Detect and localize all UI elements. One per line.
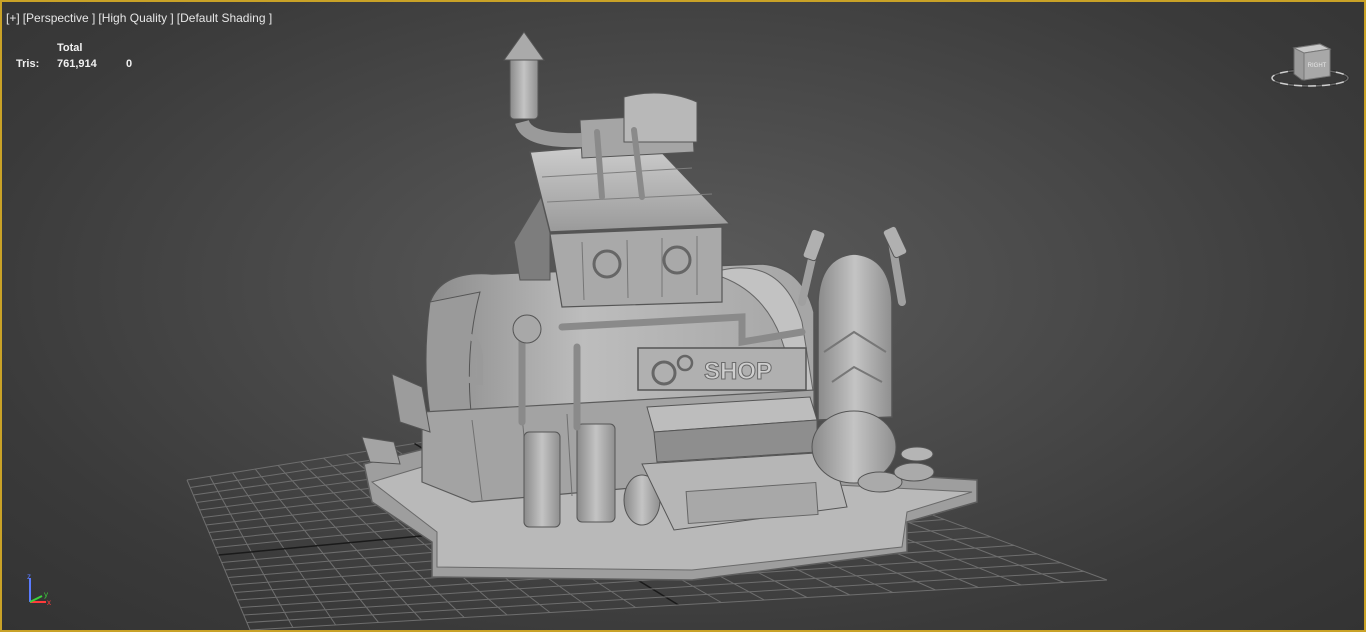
axis-z-label: z bbox=[27, 572, 31, 581]
viewcube-face-label: RIGHT bbox=[1308, 63, 1327, 69]
axis-tripod-icon: z x y bbox=[27, 572, 51, 607]
axis-x-label: x bbox=[47, 598, 51, 607]
debris-plank bbox=[391, 373, 431, 433]
viewport-view-menu[interactable]: [Perspective ] bbox=[23, 11, 96, 25]
chimney bbox=[509, 56, 539, 120]
shop-model[interactable]: SHOP bbox=[361, 31, 978, 581]
viewcube-icon[interactable]: RIGHT bbox=[1268, 40, 1352, 90]
base-gear-3-icon bbox=[900, 446, 934, 462]
stats-total-header: Total bbox=[57, 42, 83, 54]
perspective-viewport[interactable]: SHOP [+] [Perspective] [High Quality] … bbox=[0, 0, 1366, 632]
shop-sign-text: SHOP bbox=[704, 358, 772, 385]
right-tank bbox=[817, 253, 893, 421]
scene-canvas[interactable]: SHOP bbox=[2, 2, 1364, 630]
viewport-labels: [+] [Perspective ] [High Quality ] [Defa… bbox=[6, 11, 272, 25]
axis-y-label: y bbox=[44, 590, 48, 599]
stats-tris-total: 761,914 bbox=[57, 58, 97, 70]
viewport-quality-menu[interactable]: [High Quality ] bbox=[98, 11, 173, 25]
pressure-gauge-icon bbox=[512, 314, 542, 344]
column-left bbox=[523, 431, 561, 528]
stats-tris-selected: 0 bbox=[126, 58, 133, 70]
viewport-shading-menu[interactable]: [Default Shading ] bbox=[177, 11, 272, 25]
viewport-plus-menu[interactable]: [+] bbox=[6, 11, 20, 25]
column-right bbox=[576, 423, 616, 523]
upper-house-wall bbox=[549, 226, 723, 308]
base-gear-2-icon bbox=[893, 462, 935, 482]
stats-tris-label: Tris: bbox=[16, 58, 40, 70]
